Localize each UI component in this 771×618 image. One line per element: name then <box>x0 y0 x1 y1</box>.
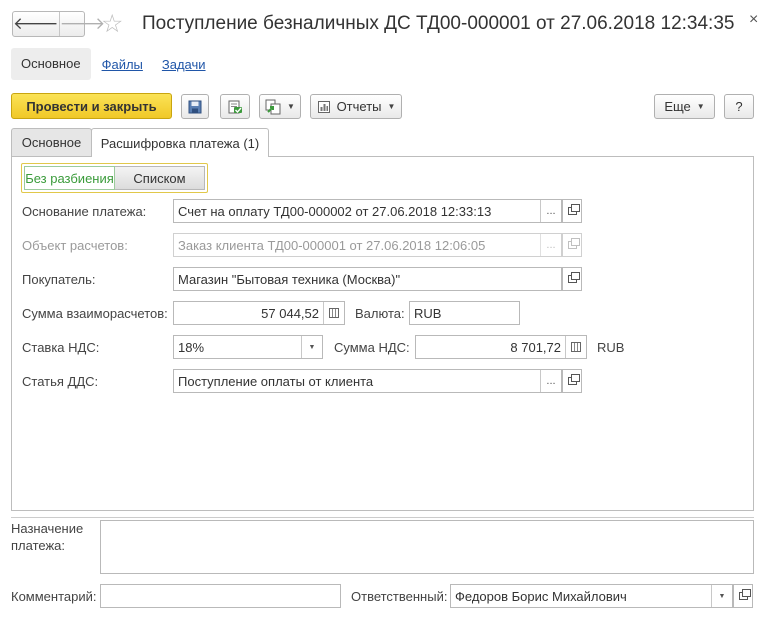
payment-basis-value: Счет на оплату ТД00-000002 от 27.06.2018… <box>178 203 492 219</box>
currency-value: RUB <box>414 305 442 321</box>
comment-field[interactable] <box>100 584 341 608</box>
calculator-button[interactable] <box>323 302 344 324</box>
page-title: Поступление безналичных ДС ТД00-000001 о… <box>142 13 735 34</box>
calculator-button[interactable] <box>565 336 586 358</box>
settlement-object-value: Заказ клиента ТД00-000001 от 27.06.2018 … <box>178 237 486 253</box>
list-option[interactable]: Списком <box>115 166 205 190</box>
reports-button[interactable]: Отчеты ▼ <box>310 94 402 119</box>
report-icon <box>317 100 330 113</box>
chevron-down-icon[interactable]: ▼ <box>301 336 322 358</box>
open-payment-basis-button[interactable] <box>562 199 582 223</box>
chevron-down-icon: ▼ <box>287 102 295 111</box>
currency-label: Валюта: <box>355 306 405 321</box>
payment-purpose-textarea[interactable] <box>100 520 754 574</box>
split-mode-switch: Без разбиения Списком <box>21 163 208 193</box>
chevron-down-icon: ▼ <box>387 102 396 111</box>
choice-button: ... <box>540 234 561 256</box>
section-files-link[interactable]: Файлы <box>102 57 143 72</box>
no-split-option[interactable]: Без разбиения <box>24 166 115 190</box>
responsible-label: Ответственный: <box>351 589 448 604</box>
payment-purpose-label-line2: платежа: <box>11 538 65 553</box>
tab-payment-breakdown[interactable]: Расшифровка платежа (1) <box>91 128 269 157</box>
choice-button[interactable]: ... <box>540 200 561 222</box>
open-buyer-button[interactable] <box>562 267 582 291</box>
forward-arrow-icon[interactable]: 🡒 <box>58 12 105 36</box>
buyer-label: Покупатель: <box>22 272 96 287</box>
help-button[interactable]: ? <box>724 94 754 119</box>
settlement-object-label: Объект расчетов: <box>22 238 128 253</box>
save-button[interactable] <box>181 94 209 119</box>
post-document-icon <box>228 100 242 113</box>
create-based-on-button[interactable]: ▼ <box>259 94 301 119</box>
payment-purpose-label-line1: Назначение <box>11 521 84 536</box>
vat-rate-select[interactable]: 18% ▼ <box>173 335 323 359</box>
open-icon <box>567 374 580 385</box>
settlement-sum-value: 57 044,52 <box>261 305 319 321</box>
floppy-disk-icon <box>188 100 202 113</box>
open-icon <box>567 238 580 249</box>
vat-sum-value: 8 701,72 <box>510 339 561 355</box>
settlement-sum-label: Сумма взаиморасчетов: <box>22 306 168 321</box>
open-icon <box>738 589 751 600</box>
open-settlement-object-button <box>562 233 582 257</box>
vat-sum-label: Сумма НДС: <box>334 340 410 355</box>
vat-rate-value: 18% <box>178 339 205 355</box>
chevron-down-icon: ▼ <box>696 102 705 111</box>
choice-button[interactable]: ... <box>540 370 561 392</box>
chevron-down-icon[interactable]: ▼ <box>711 585 732 607</box>
open-icon <box>567 204 580 215</box>
open-icon <box>567 272 580 283</box>
payment-basis-label: Основание платежа: <box>22 204 147 219</box>
vat-rate-label: Ставка НДС: <box>22 340 100 355</box>
post-document-button[interactable] <box>220 94 250 119</box>
open-responsible-button[interactable] <box>733 584 753 608</box>
section-main[interactable]: Основное <box>11 48 91 80</box>
cash-flow-value: Поступление оплаты от клиента <box>178 373 374 389</box>
calculator-icon <box>329 308 339 318</box>
calculator-icon <box>571 342 581 352</box>
currency-field[interactable]: RUB <box>409 301 520 325</box>
responsible-select[interactable]: Федоров Борис Михайлович ▼ <box>450 584 733 608</box>
comment-label: Комментарий: <box>11 589 97 604</box>
create-based-on-icon <box>265 99 281 114</box>
section-nav: Основное Файлы Задачи <box>11 48 206 80</box>
responsible-value: Федоров Борис Михайлович <box>455 588 627 604</box>
favorite-star-icon[interactable]: ☆ <box>101 10 123 38</box>
section-tasks-link[interactable]: Задачи <box>162 57 206 72</box>
more-button[interactable]: Еще ▼ <box>654 94 715 119</box>
divider <box>11 517 754 518</box>
buyer-field[interactable]: Магазин "Бытовая техника (Москва)" <box>173 267 562 291</box>
more-label: Еще <box>664 99 691 114</box>
payment-basis-field[interactable]: Счет на оплату ТД00-000002 от 27.06.2018… <box>173 199 562 223</box>
cash-flow-field[interactable]: Поступление оплаты от клиента ... <box>173 369 562 393</box>
tab-main[interactable]: Основное <box>11 128 92 156</box>
settlement-sum-field[interactable]: 57 044,52 <box>173 301 345 325</box>
cash-flow-label: Статья ДДС: <box>22 374 99 389</box>
navigation-buttons: 🡐 🡒 <box>12 11 105 37</box>
close-icon[interactable]: × <box>749 11 758 29</box>
vat-sum-field[interactable]: 8 701,72 <box>415 335 587 359</box>
post-and-close-button[interactable]: Провести и закрыть <box>11 93 172 119</box>
buyer-value: Магазин "Бытовая техника (Москва)" <box>178 271 401 287</box>
back-arrow-icon[interactable]: 🡐 <box>13 12 59 36</box>
settlement-object-field: Заказ клиента ТД00-000001 от 27.06.2018 … <box>173 233 562 257</box>
vat-currency-label: RUB <box>597 340 625 355</box>
open-cash-flow-button[interactable] <box>562 369 582 393</box>
reports-label: Отчеты <box>336 99 382 114</box>
